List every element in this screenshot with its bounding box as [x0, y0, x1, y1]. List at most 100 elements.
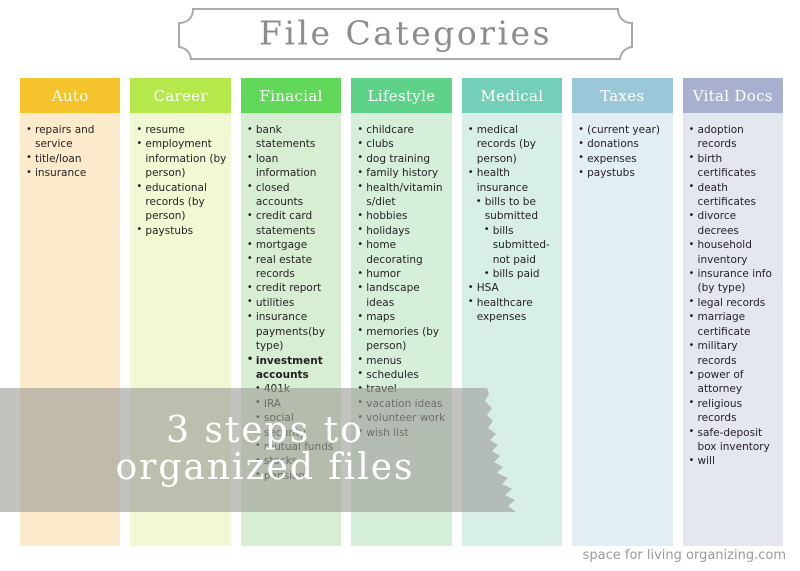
- list-item: real estate records: [247, 252, 337, 282]
- category-item-list: (current year) donationsexpenses paystubs: [578, 122, 668, 181]
- page-title: File Categories: [258, 13, 553, 53]
- list-item: credit report: [247, 281, 337, 296]
- list-item: dog training: [357, 151, 447, 166]
- list-item: educational records (by person): [136, 180, 226, 224]
- list-item: adoption records: [689, 123, 779, 152]
- column-header-lifestyle: Lifestyle: [351, 78, 452, 113]
- column-header-label: Career: [153, 86, 208, 105]
- list-item: religious records: [689, 396, 779, 426]
- list-item-label: humor: [366, 268, 401, 281]
- category-column-taxes: Taxes (current year) donationsexpenses pays…: [572, 78, 673, 546]
- list-item: HSA: [468, 281, 558, 296]
- list-item: investment accounts: [247, 353, 337, 383]
- column-header-label: Lifestyle: [367, 86, 436, 105]
- list-item-label: bank statements: [255, 124, 316, 151]
- column-body-career: resume employment information (by person)…: [130, 113, 231, 546]
- list-item: loan information: [247, 151, 337, 181]
- list-item: insurance info (by type): [689, 267, 779, 296]
- list-item: health insurance: [468, 166, 558, 195]
- category-column-auto: Auto repairs and servicetitle/loan insuran…: [20, 78, 121, 546]
- list-item: bills to be submitted: [476, 195, 558, 224]
- column-body-lifestyle: childcare clubsdog training family history…: [351, 113, 452, 546]
- column-body-vital-docs: adoption recordsbirth certificatesdeath …: [682, 113, 783, 546]
- list-item: birth certificates: [689, 151, 779, 181]
- category-item-list: 401kIRA social securitymutual funds stocks…: [255, 382, 337, 483]
- list-item: vacation ideas: [357, 396, 447, 411]
- column-header-taxes: Taxes: [572, 78, 673, 113]
- list-item: clubs: [357, 137, 447, 152]
- list-item: social security: [255, 411, 337, 440]
- list-item: landscape ideas: [357, 281, 447, 310]
- list-item: home decorating: [357, 238, 447, 267]
- list-item: household inventory: [689, 238, 779, 267]
- list-item-label: insurance info (by type): [697, 268, 772, 295]
- column-header-label: Taxes: [600, 86, 645, 105]
- list-item: maps: [357, 310, 447, 325]
- list-item-label: adoption records: [697, 124, 744, 151]
- list-item-label: divorce decrees: [697, 210, 739, 237]
- column-header-label: Finacial: [259, 86, 323, 105]
- list-item-label: educational records (by person): [145, 181, 207, 223]
- category-item-list: repairs and servicetitle/loan insurance: [26, 123, 116, 181]
- list-item-label: safe-deposit box inventory: [697, 426, 770, 453]
- list-item-label: mutual funds: [263, 440, 334, 453]
- list-item-label: dog training: [366, 152, 431, 165]
- list-item-label: household inventory: [697, 239, 752, 266]
- list-item: paystubs: [136, 223, 226, 238]
- list-item: family history: [357, 166, 447, 181]
- category-item-list: resume employment information (by person)…: [136, 122, 226, 238]
- column-header-finacial: Finacial: [240, 78, 342, 113]
- list-item: donations: [578, 137, 668, 152]
- list-item: schedules: [357, 367, 447, 382]
- column-body-auto: repairs and servicetitle/loan insurance: [20, 113, 121, 546]
- list-item-label: wish list: [366, 426, 409, 439]
- list-item-label: holidays: [366, 224, 410, 237]
- category-item-list: childcare clubsdog training family history…: [357, 122, 447, 440]
- list-item-label: death certificates: [697, 181, 756, 209]
- list-item: safe-deposit box inventory: [689, 425, 779, 455]
- list-item-label: credit card statements: [255, 210, 316, 237]
- list-item-label: menus: [366, 354, 402, 367]
- list-item: paystubs: [578, 166, 668, 181]
- column-header-career: Career: [130, 78, 231, 113]
- list-item-label: medical records (by person): [476, 124, 537, 165]
- column-header-label: Medical: [480, 86, 544, 105]
- list-item-label: maps: [366, 311, 396, 324]
- list-item-label: will: [697, 455, 715, 468]
- list-item-label: power of attorney: [697, 368, 744, 396]
- list-item-label: vacation ideas: [366, 397, 443, 410]
- list-item-label: landscape ideas: [366, 282, 420, 309]
- column-header-auto: Auto: [20, 78, 121, 113]
- list-item: health/vitamins/diet: [357, 180, 447, 210]
- category-column-vital-docs: Vital Docs adoption recordsbirth certific…: [682, 78, 783, 546]
- list-item-label: stocks: [263, 455, 298, 468]
- column-header-vital-docs: Vital Docs: [682, 78, 783, 113]
- list-item-label: IRA: [263, 397, 281, 410]
- category-column-lifestyle: Lifestyle childcare clubsdog training famil…: [351, 78, 452, 546]
- list-item-label: expenses: [587, 152, 637, 165]
- category-item-list: bills submitted-not paid bills paid: [484, 223, 558, 282]
- list-item: marriage certificate: [689, 310, 779, 339]
- list-item: stocks: [255, 454, 337, 469]
- category-item-list: adoption recordsbirth certificatesdeath …: [689, 123, 779, 469]
- category-columns: Auto repairs and servicetitle/loan insuran…: [20, 78, 783, 546]
- column-body-medical: medical records (by person)health insura…: [461, 113, 563, 546]
- list-item: insurance payments(by type): [247, 310, 337, 353]
- list-item-label: childcare: [366, 124, 414, 136]
- list-item-label: bills submitted-not paid: [492, 224, 550, 266]
- list-item-label: travel: [366, 383, 397, 396]
- list-item-label: birth certificates: [697, 152, 756, 180]
- list-item: divorce decrees: [689, 209, 779, 238]
- list-item: travel: [357, 382, 447, 397]
- list-item: repairs and service: [26, 123, 116, 152]
- list-item: legal records: [689, 295, 779, 310]
- list-item-label: closed accounts: [255, 181, 304, 209]
- list-item-label: investment accounts: [255, 354, 323, 381]
- column-header-medical: Medical: [461, 78, 563, 113]
- list-item: closed accounts: [247, 180, 337, 210]
- list-item-label: paystubs: [145, 224, 194, 237]
- list-item: bills submitted-not paid: [484, 223, 558, 267]
- list-item: mortgage: [247, 238, 337, 253]
- list-item-label: clubs: [366, 138, 394, 151]
- list-item: humor: [357, 267, 447, 282]
